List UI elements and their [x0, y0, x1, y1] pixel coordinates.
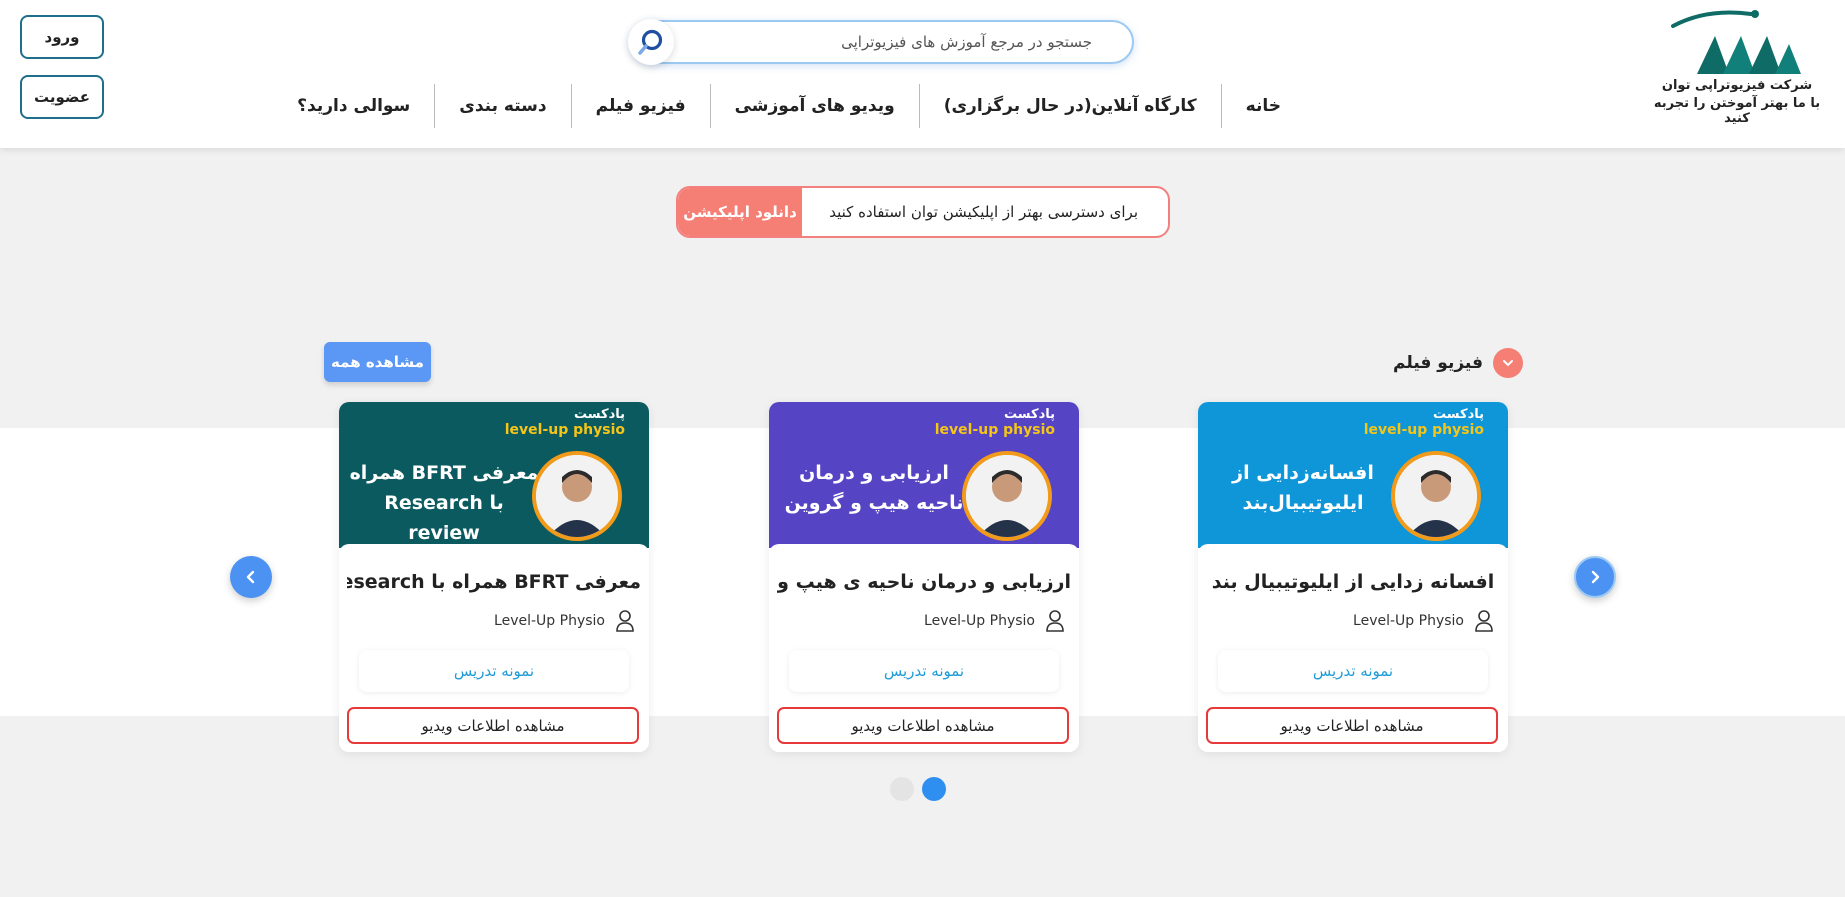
- download-app-button[interactable]: دانلود اپلیکیشن: [678, 188, 802, 236]
- nav-item-physio-film[interactable]: فیزیو فیلم: [570, 84, 710, 128]
- search-button[interactable]: [628, 19, 674, 65]
- pagination-dot-active[interactable]: [922, 777, 946, 801]
- sample-lesson-button[interactable]: نمونه تدریس: [1218, 650, 1488, 692]
- video-card[interactable]: پادکست level-up physio افسانه‌زدایی از ا…: [1198, 402, 1508, 752]
- brand-logo[interactable]: شرکت فیزیوتراپی توان با ما بهتر آموختن ر…: [1647, 6, 1827, 126]
- thumb-subcaption: level-up physio: [934, 422, 1055, 438]
- card-body: معرفی BFRT همراه با Research... Level-Up…: [339, 544, 649, 752]
- card-author: Level-Up Physio: [924, 610, 1065, 632]
- view-video-info-button[interactable]: مشاهده اطلاعات ویدیو: [1206, 707, 1498, 744]
- search-box[interactable]: جستجو در مرجع آموزش های فیزیوتراپی: [628, 19, 1134, 65]
- user-icon: [1475, 610, 1493, 632]
- app-banner-text: برای دسترسی بهتر از اپلیکیشن توان استفاد…: [829, 203, 1138, 221]
- nav-item-training-videos[interactable]: ویدیو های آموزشی: [709, 84, 919, 128]
- view-all-button[interactable]: مشاهده همه: [324, 342, 431, 382]
- company-name: شرکت فیزیوتراپی توان: [1661, 78, 1813, 93]
- thumb-subcaption: level-up physio: [1363, 422, 1484, 438]
- thumb-caption: پادکست: [1433, 407, 1484, 422]
- sample-lesson-button[interactable]: نمونه تدریس: [359, 650, 629, 692]
- author-name: Level-Up Physio: [924, 613, 1035, 629]
- view-video-info-button[interactable]: مشاهده اطلاعات ویدیو: [777, 707, 1069, 744]
- user-icon: [1046, 610, 1064, 632]
- nav-item-questions[interactable]: سوالی دارید؟: [273, 84, 434, 128]
- card-author: Level-Up Physio: [494, 610, 635, 632]
- company-tagline: با ما بهتر آموختن را تجربه کنید: [1653, 96, 1821, 126]
- video-card[interactable]: پادکست level-up physio ارزیابی و درمان ن…: [769, 402, 1079, 752]
- card-title[interactable]: افسانه زدایی از ایلیوتیبیال بند: [1206, 571, 1500, 593]
- login-button[interactable]: ورود: [20, 15, 104, 59]
- video-thumbnail[interactable]: پادکست level-up physio معرفی BFRT همراه …: [339, 402, 649, 548]
- main-nav: خانه کارگاه آنلاین(در حال برگزاری) ویدیو…: [273, 84, 1305, 128]
- search-input[interactable]: جستجو در مرجع آموزش های فیزیوتراپی: [841, 33, 1092, 51]
- thumb-caption: پادکست: [1004, 407, 1055, 422]
- nav-item-online-workshop[interactable]: کارگاه آنلاین(در حال برگزاری): [918, 84, 1221, 128]
- presenter-avatar: [1391, 451, 1481, 541]
- section-header: فیزیو فیلم: [1393, 348, 1523, 378]
- nav-item-categories[interactable]: دسته بندی: [434, 84, 570, 128]
- video-thumbnail[interactable]: پادکست level-up physio افسانه‌زدایی از ا…: [1198, 402, 1508, 548]
- search-icon: [638, 29, 663, 55]
- chevron-right-icon: [1591, 570, 1600, 584]
- site-header: شرکت فیزیوتراپی توان با ما بهتر آموختن ر…: [0, 0, 1845, 148]
- chevron-left-icon: [246, 570, 255, 584]
- tavan-logo-icon: [1671, 10, 1801, 74]
- carousel-prev-button[interactable]: [230, 556, 272, 598]
- card-title[interactable]: معرفی BFRT همراه با Research...: [347, 571, 641, 593]
- sample-lesson-button[interactable]: نمونه تدریس: [789, 650, 1059, 692]
- thumb-subcaption: level-up physio: [504, 422, 625, 438]
- thumb-title: معرفی BFRT همراه با Research review: [349, 462, 539, 544]
- presenter-avatar: [532, 451, 622, 541]
- nav-item-home[interactable]: خانه: [1220, 84, 1305, 128]
- card-author: Level-Up Physio: [1353, 610, 1494, 632]
- thumb-title: افسانه‌زدایی از ایلیوتیبیال‌بند: [1232, 462, 1374, 514]
- chevron-down-icon[interactable]: [1493, 348, 1523, 378]
- carousel-pagination: [890, 777, 946, 801]
- video-thumbnail[interactable]: پادکست level-up physio ارزیابی و درمان ن…: [769, 402, 1079, 548]
- author-name: Level-Up Physio: [1353, 613, 1464, 629]
- author-name: Level-Up Physio: [494, 613, 605, 629]
- presenter-avatar: [962, 451, 1052, 541]
- app-download-banner: برای دسترسی بهتر از اپلیکیشن توان استفاد…: [676, 186, 1170, 238]
- carousel-next-button[interactable]: [1574, 556, 1616, 598]
- thumb-title: ارزیابی و درمان ناحیه هیپ و گروین: [784, 462, 964, 514]
- card-body: ارزیابی و درمان ناحیه ی هیپ و گروی Level…: [769, 544, 1079, 752]
- card-title[interactable]: ارزیابی و درمان ناحیه ی هیپ و گروی: [777, 571, 1071, 593]
- user-icon: [616, 610, 634, 632]
- video-card[interactable]: پادکست level-up physio معرفی BFRT همراه …: [339, 402, 649, 752]
- thumb-caption: پادکست: [574, 407, 625, 422]
- pagination-dot[interactable]: [890, 777, 914, 801]
- view-video-info-button[interactable]: مشاهده اطلاعات ویدیو: [347, 707, 639, 744]
- section-title: فیزیو فیلم: [1393, 353, 1483, 373]
- signup-button[interactable]: عضویت: [20, 75, 104, 119]
- card-body: افسانه زدایی از ایلیوتیبیال بند Level-Up…: [1198, 544, 1508, 752]
